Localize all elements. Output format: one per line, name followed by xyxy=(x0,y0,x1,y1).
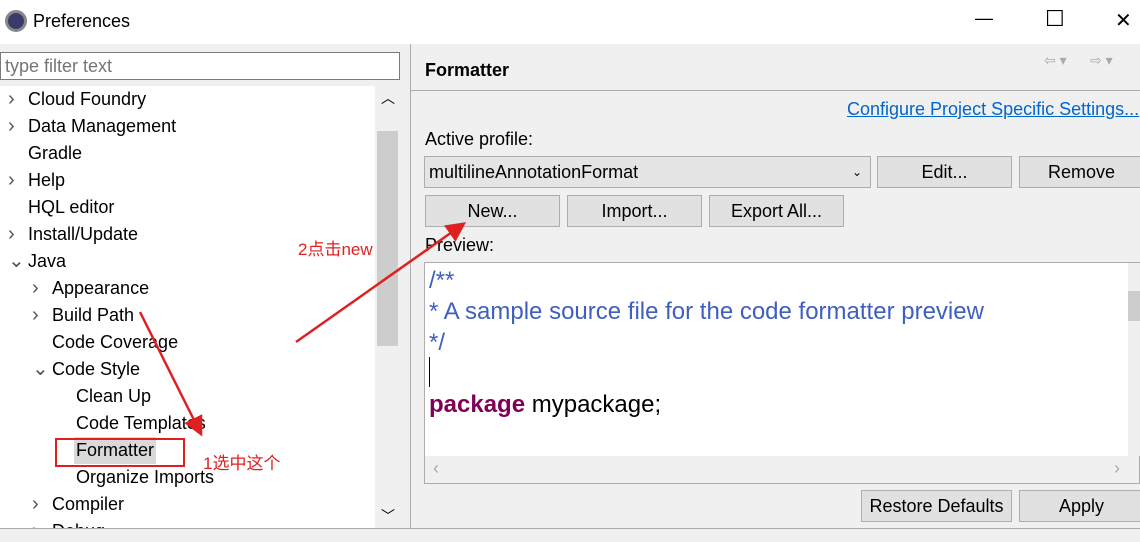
annotation-arrows xyxy=(138,222,467,437)
arrow-to-new-button xyxy=(295,222,467,344)
arrow-to-formatter xyxy=(138,311,203,437)
